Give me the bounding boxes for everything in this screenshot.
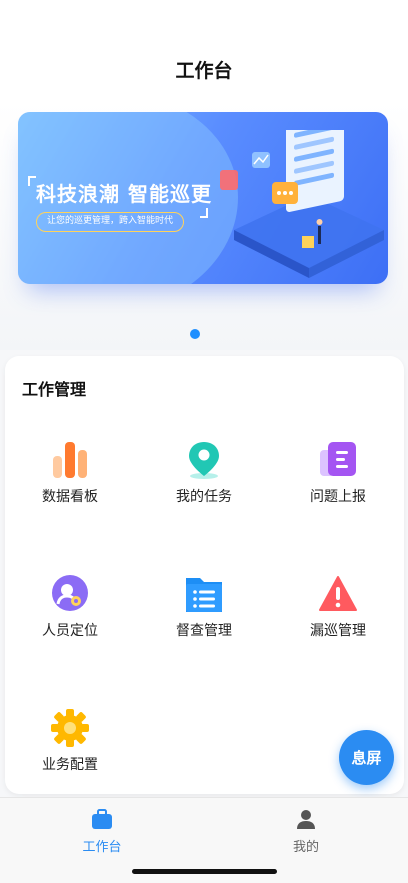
grid-item-label: 漏巡管理: [310, 623, 366, 639]
banner-headline: 科技浪潮 智能巡更: [36, 182, 212, 206]
battery-icon: [364, 14, 382, 24]
grid-item-label: 督查管理: [176, 623, 232, 639]
header: 工作台: [0, 40, 408, 100]
grid-item-report-issue[interactable]: 问题上报: [278, 440, 398, 510]
dashboard-illustration: [220, 130, 384, 278]
tab-workbench[interactable]: 工作台: [42, 808, 162, 855]
section-title: 工作管理: [22, 380, 87, 399]
grid-item-personnel-location[interactable]: 人员定位: [10, 574, 130, 644]
grid-item-label: 人员定位: [42, 623, 98, 639]
tab-mine[interactable]: 我的: [246, 808, 366, 855]
grid-item-data-dashboard[interactable]: 数据看板: [10, 440, 130, 510]
user-icon: [295, 808, 317, 830]
grid-item-label: 业务配置: [42, 757, 98, 773]
banner-subtitle: 让您的巡更管理，跨入智能时代: [36, 212, 185, 232]
tab-label: 工作台: [82, 840, 122, 855]
status-icons: [342, 14, 382, 24]
home-indicator: [132, 869, 277, 874]
grid-item-label: 我的任务: [176, 489, 232, 505]
carousel-indicator[interactable]: [190, 329, 200, 339]
status-bar: 10:29: [0, 0, 408, 40]
warning-triangle-icon: [318, 574, 358, 614]
bracket-decoration: [28, 176, 36, 186]
grid-item-label: 数据看板: [42, 489, 98, 505]
bar-chart-icon: [50, 440, 90, 480]
tab-label: 我的: [292, 840, 319, 855]
grid-item-label: 问题上报: [310, 489, 366, 505]
report-document-icon: [318, 440, 358, 480]
briefcase-icon: [91, 808, 113, 830]
location-pin-icon: [184, 440, 224, 480]
bracket-decoration: [200, 208, 208, 218]
person-location-icon: [50, 574, 90, 614]
banner-carousel[interactable]: 科技浪潮 智能巡更 让您的巡更管理，跨入智能时代: [18, 112, 388, 284]
grid-item-my-tasks[interactable]: 我的任务: [144, 440, 264, 510]
grid-item-missed-patrol[interactable]: 漏巡管理: [278, 574, 398, 644]
page-title: 工作台: [175, 60, 233, 82]
work-management-card: 工作管理 数据看板 我的任务 问题上报 人员定位 督查管理 漏巡管理 业务配置: [5, 356, 404, 794]
folder-list-icon: [184, 574, 224, 614]
status-time: 10:29: [30, 12, 72, 27]
grid-item-supervision[interactable]: 督查管理: [144, 574, 264, 644]
screen-off-button[interactable]: 息屏: [339, 730, 394, 785]
banner-area: 科技浪潮 智能巡更 让您的巡更管理，跨入智能时代: [0, 100, 408, 350]
grid-item-business-config[interactable]: 业务配置: [10, 708, 130, 778]
wifi-icon: [342, 14, 358, 24]
gear-icon: [50, 708, 90, 748]
